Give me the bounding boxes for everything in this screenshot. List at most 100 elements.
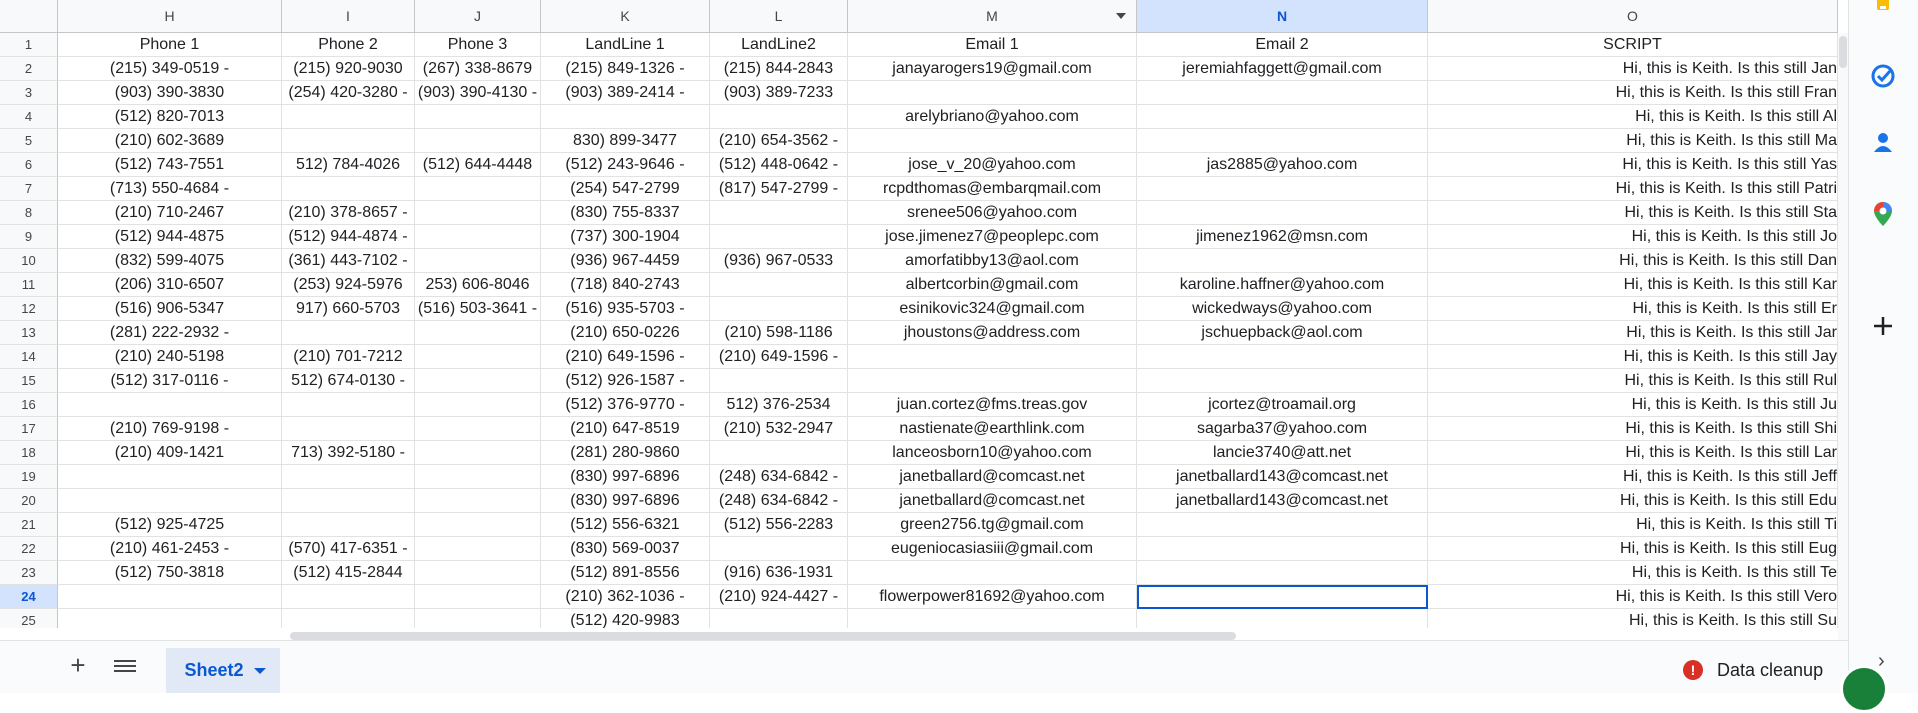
table-cell[interactable]: (281) 222-2932 -: [58, 321, 282, 345]
row-header-6[interactable]: 6: [0, 153, 58, 177]
table-cell[interactable]: [282, 417, 415, 441]
column-title-cell[interactable]: Email 1: [848, 33, 1137, 57]
table-cell[interactable]: Hi, this is Keith. Is this still Jay: [1428, 345, 1838, 369]
table-cell[interactable]: (512) 415-2844: [282, 561, 415, 585]
table-cell[interactable]: Hi, this is Keith. Is this still Lar: [1428, 441, 1838, 465]
table-cell[interactable]: Hi, this is Keith. Is this still Edu: [1428, 489, 1838, 513]
table-cell[interactable]: (210) 378-8657 -: [282, 201, 415, 225]
table-cell[interactable]: (936) 967-4459: [541, 249, 710, 273]
table-cell[interactable]: [848, 345, 1137, 369]
table-cell[interactable]: (210) 602-3689: [58, 129, 282, 153]
table-cell[interactable]: (253) 924-5976: [282, 273, 415, 297]
row-header-5[interactable]: 5: [0, 129, 58, 153]
avatar[interactable]: [1840, 665, 1888, 713]
column-header-k[interactable]: K: [541, 0, 710, 33]
table-cell[interactable]: jas2885@yahoo.com: [1137, 153, 1428, 177]
table-cell[interactable]: (516) 503-3641 -: [415, 297, 541, 321]
table-cell[interactable]: nastienate@earthlink.com: [848, 417, 1137, 441]
table-cell[interactable]: (916) 636-1931: [710, 561, 848, 585]
table-cell[interactable]: (512) 317-0116 -: [58, 369, 282, 393]
table-cell[interactable]: (215) 349-0519 -: [58, 57, 282, 81]
row-header-10[interactable]: 10: [0, 249, 58, 273]
table-cell[interactable]: (215) 844-2843: [710, 57, 848, 81]
row-header-1[interactable]: 1: [0, 33, 58, 57]
table-cell[interactable]: (254) 547-2799: [541, 177, 710, 201]
table-cell[interactable]: (210) 649-1596 -: [710, 345, 848, 369]
table-cell[interactable]: Hi, this is Keith. Is this still Fran: [1428, 81, 1838, 105]
table-cell[interactable]: Hi, this is Keith. Is this still Ti: [1428, 513, 1838, 537]
table-cell[interactable]: [1137, 561, 1428, 585]
table-cell[interactable]: esinikovic324@gmail.com: [848, 297, 1137, 321]
horizontal-scrollbar-thumb[interactable]: [290, 632, 1236, 640]
table-cell[interactable]: jose_v_20@yahoo.com: [848, 153, 1137, 177]
table-cell[interactable]: (210) 532-2947: [710, 417, 848, 441]
table-cell[interactable]: jimenez1962@msn.com: [1137, 225, 1428, 249]
table-cell[interactable]: [1137, 513, 1428, 537]
table-cell[interactable]: [415, 345, 541, 369]
table-cell[interactable]: Hi, this is Keith. Is this still Ma: [1428, 129, 1838, 153]
table-cell[interactable]: [415, 441, 541, 465]
column-title-cell[interactable]: SCRIPT: [1428, 33, 1838, 57]
table-cell[interactable]: [710, 297, 848, 321]
table-cell[interactable]: (713) 550-4684 -: [58, 177, 282, 201]
table-cell[interactable]: [58, 393, 282, 417]
column-header-h[interactable]: H: [58, 0, 282, 33]
table-cell[interactable]: juan.cortez@fms.treas.gov: [848, 393, 1137, 417]
table-cell[interactable]: Hi, this is Keith. Is this still Dan: [1428, 249, 1838, 273]
table-cell[interactable]: (281) 280-9860: [541, 441, 710, 465]
table-cell[interactable]: [541, 105, 710, 129]
table-cell[interactable]: jcortez@troamail.org: [1137, 393, 1428, 417]
column-header-i[interactable]: I: [282, 0, 415, 33]
table-cell[interactable]: jschuepback@aol.com: [1137, 321, 1428, 345]
table-cell[interactable]: [1137, 177, 1428, 201]
table-cell[interactable]: (512) 556-6321: [541, 513, 710, 537]
table-cell[interactable]: [415, 513, 541, 537]
table-cell[interactable]: (248) 634-6842 -: [710, 465, 848, 489]
row-header-20[interactable]: 20: [0, 489, 58, 513]
table-cell[interactable]: (210) 409-1421: [58, 441, 282, 465]
column-title-cell[interactable]: Phone 2: [282, 33, 415, 57]
row-header-22[interactable]: 22: [0, 537, 58, 561]
table-cell[interactable]: [710, 105, 848, 129]
table-cell[interactable]: [1137, 105, 1428, 129]
table-cell[interactable]: (512) 743-7551: [58, 153, 282, 177]
table-cell[interactable]: [415, 177, 541, 201]
table-cell[interactable]: 253) 606-8046: [415, 273, 541, 297]
table-cell[interactable]: amorfatibby13@aol.com: [848, 249, 1137, 273]
table-cell[interactable]: (936) 967-0533: [710, 249, 848, 273]
table-cell[interactable]: [282, 489, 415, 513]
table-cell[interactable]: wickedways@yahoo.com: [1137, 297, 1428, 321]
vertical-scrollbar-thumb[interactable]: [1839, 36, 1847, 68]
row-header-9[interactable]: 9: [0, 225, 58, 249]
table-cell[interactable]: (210) 461-2453 -: [58, 537, 282, 561]
table-cell[interactable]: (254) 420-3280 -: [282, 81, 415, 105]
table-cell[interactable]: sagarba37@yahoo.com: [1137, 417, 1428, 441]
table-cell[interactable]: [415, 561, 541, 585]
all-sheets-menu-icon[interactable]: [114, 657, 136, 675]
table-cell[interactable]: (210) 710-2467: [58, 201, 282, 225]
table-cell[interactable]: [848, 81, 1137, 105]
table-cell[interactable]: jose.jimenez7@peoplepc.com: [848, 225, 1137, 249]
table-cell[interactable]: (903) 389-7233: [710, 81, 848, 105]
table-cell[interactable]: (512) 556-2283: [710, 513, 848, 537]
table-cell[interactable]: Hi, this is Keith. Is this still Te: [1428, 561, 1838, 585]
table-cell[interactable]: 713) 392-5180 -: [282, 441, 415, 465]
row-header-23[interactable]: 23: [0, 561, 58, 585]
table-cell[interactable]: (737) 300-1904: [541, 225, 710, 249]
table-cell[interactable]: [710, 225, 848, 249]
column-header-m[interactable]: M: [848, 0, 1137, 33]
table-cell[interactable]: (512) 925-4725: [58, 513, 282, 537]
table-cell[interactable]: (512) 448-0642 -: [710, 153, 848, 177]
table-cell[interactable]: (512) 944-4874 -: [282, 225, 415, 249]
table-cell[interactable]: (210) 654-3562 -: [710, 129, 848, 153]
table-cell[interactable]: (210) 769-9198 -: [58, 417, 282, 441]
table-cell[interactable]: (512) 243-9646 -: [541, 153, 710, 177]
row-header-15[interactable]: 15: [0, 369, 58, 393]
table-cell[interactable]: [282, 321, 415, 345]
maps-icon[interactable]: [1869, 200, 1897, 228]
tasks-icon[interactable]: [1869, 62, 1897, 90]
table-cell[interactable]: [58, 585, 282, 609]
table-cell[interactable]: [415, 225, 541, 249]
selected-cell[interactable]: [1137, 585, 1428, 609]
table-cell[interactable]: lancie3740@att.net: [1137, 441, 1428, 465]
